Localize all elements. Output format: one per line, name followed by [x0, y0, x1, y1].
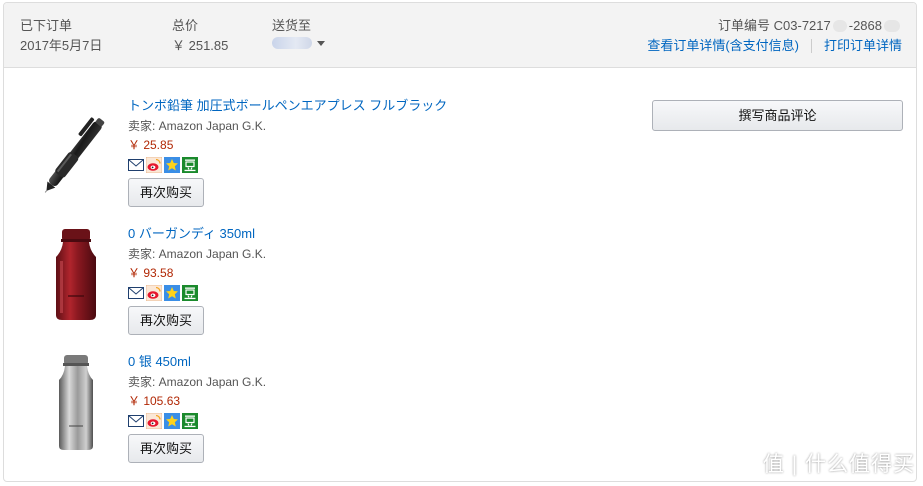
order-item: 0 バーガンディ 350ml 卖家: Amazon Japan G.K. ￥ 9… — [4, 225, 916, 345]
product-image-pen[interactable] — [26, 103, 126, 203]
item-price: ￥ 25.85 — [128, 138, 174, 152]
order-card: 已下订单 2017年5月7日 总价 ￥ 251.85 送货至 订单编号 C03-… — [3, 2, 917, 482]
order-number: 订单编号 C03-7217 -2868 — [647, 17, 902, 35]
link-divider — [810, 39, 812, 53]
order-placed-col: 已下订单 2017年5月7日 — [20, 17, 102, 55]
smzdm-logo-icon — [731, 450, 756, 476]
douban-icon[interactable] — [182, 285, 198, 301]
order-item: トンボ鉛筆 加圧式ボールペンエアプレス フルブラック 卖家: Amazon Ja… — [4, 97, 916, 217]
order-number-prefix: 订单编号 C03-7217 — [718, 18, 831, 33]
share-icons — [128, 285, 266, 301]
douban-icon[interactable] — [182, 413, 198, 429]
order-details-link[interactable]: 查看订单详情(含支付信息) — [647, 37, 799, 55]
share-icons — [128, 413, 266, 429]
weibo-icon[interactable] — [146, 413, 162, 429]
buy-again-button[interactable]: 再次购买 — [128, 434, 205, 463]
email-icon[interactable] — [128, 157, 144, 173]
order-total-value: ￥ 251.85 — [172, 38, 229, 53]
order-number-redacted — [832, 20, 847, 32]
qzone-icon[interactable] — [164, 157, 180, 173]
item-info: 0 银 450ml 卖家: Amazon Japan G.K. ￥ 105.63 — [128, 353, 266, 463]
smzdm-watermark: 值 | 什么值得买 — [731, 448, 915, 478]
seller-text: 卖家: Amazon Japan G.K. — [128, 119, 267, 133]
print-order-link[interactable]: 打印订单详情 — [824, 37, 902, 55]
item-price: ￥ 93.58 — [128, 266, 174, 280]
seller-text: 卖家: Amazon Japan G.K. — [128, 247, 267, 261]
product-title-link[interactable]: トンボ鉛筆 加圧式ボールペンエアプレス フルブラック — [128, 97, 447, 115]
item-info: トンボ鉛筆 加圧式ボールペンエアプレス フルブラック 卖家: Amazon Ja… — [128, 97, 447, 207]
item-price: ￥ 105.63 — [128, 394, 181, 408]
ship-to-dropdown[interactable] — [272, 37, 325, 49]
weibo-icon[interactable] — [146, 285, 162, 301]
order-number-middle: -2868 — [848, 18, 882, 33]
product-title-link[interactable]: 0 バーガンディ 350ml — [128, 225, 266, 243]
order-links: 查看订单详情(含支付信息) 打印订单详情 — [647, 37, 902, 55]
recipient-name-blurred — [272, 37, 312, 49]
product-image-bottle-burgundy[interactable] — [26, 227, 126, 327]
share-icons — [128, 157, 447, 173]
qzone-icon[interactable] — [164, 285, 180, 301]
order-meta: 订单编号 C03-7217 -2868 查看订单详情(含支付信息) 打印订单详情 — [647, 17, 902, 55]
email-icon[interactable] — [128, 413, 144, 429]
chevron-down-icon — [317, 40, 325, 46]
buy-again-button[interactable]: 再次购买 — [128, 178, 205, 207]
order-total-label: 总价 — [172, 18, 199, 33]
ship-to-label: 送货至 — [272, 18, 312, 33]
order-placed-label: 已下订单 — [20, 18, 73, 33]
order-placed-date: 2017年5月7日 — [20, 38, 103, 53]
order-header: 已下订单 2017年5月7日 总价 ￥ 251.85 送货至 订单编号 C03-… — [4, 3, 916, 68]
email-icon[interactable] — [128, 285, 144, 301]
product-image-bottle-silver[interactable] — [26, 353, 126, 453]
item-info: 0 バーガンディ 350ml 卖家: Amazon Japan G.K. ￥ 9… — [128, 225, 266, 335]
douban-icon[interactable] — [182, 157, 198, 173]
product-title-link[interactable]: 0 银 450ml — [128, 353, 266, 371]
order-total-col: 总价 ￥ 251.85 — [172, 17, 228, 55]
buy-again-button[interactable]: 再次购买 — [128, 306, 205, 335]
qzone-icon[interactable] — [164, 413, 180, 429]
watermark-text: 值 | 什么值得买 — [762, 453, 915, 476]
ship-to-col: 送货至 — [272, 17, 325, 49]
seller-text: 卖家: Amazon Japan G.K. — [128, 375, 267, 389]
order-number-redacted-end — [884, 20, 900, 32]
weibo-icon[interactable] — [146, 157, 162, 173]
